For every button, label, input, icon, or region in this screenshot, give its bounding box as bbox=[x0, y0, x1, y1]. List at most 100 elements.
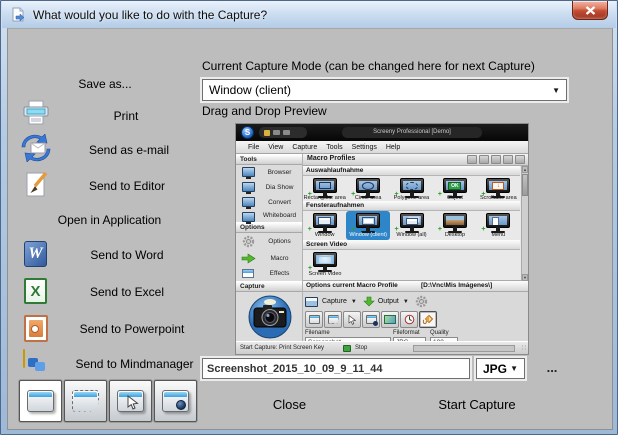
capture-output-row: Capture ▼ Output ▼ bbox=[305, 295, 428, 308]
section-fensteraufnahmen: Fensteraufnahmen bbox=[303, 201, 520, 211]
profile-path: [D:\Vnc\Mis Imágenes\] bbox=[421, 282, 493, 289]
filename-label: Filename bbox=[305, 330, 330, 336]
hotkey-label: Start Capture: Print Screen Key bbox=[240, 345, 325, 351]
profile-object: OK + Object bbox=[433, 176, 476, 201]
stop-icon bbox=[343, 345, 351, 352]
print-button[interactable]: Print bbox=[46, 109, 206, 123]
email-button[interactable]: Send as e-mail bbox=[44, 143, 214, 157]
options-current-profile-bar: Options current Macro Profile [D:\Vnc\Mi… bbox=[303, 281, 528, 292]
fileformat-label: Fileformat bbox=[393, 330, 420, 336]
mini-image-monitor-icon bbox=[381, 311, 399, 328]
quick-access-toolbar bbox=[259, 127, 307, 138]
mode-button-cursor[interactable] bbox=[109, 380, 152, 422]
profile-window: + Window bbox=[303, 211, 346, 240]
mode-button-object[interactable] bbox=[154, 380, 197, 422]
close-dialog-button[interactable]: Close bbox=[232, 397, 347, 412]
preview-label: Drag and Drop Preview bbox=[202, 104, 327, 118]
menu-settings: Settings bbox=[351, 143, 377, 151]
resize-grip-icon: ∷ bbox=[521, 345, 526, 352]
menu-file: File bbox=[248, 143, 260, 151]
preview-titlebar: S Screeny Professional [Demo] bbox=[236, 124, 528, 141]
scroll-down-icon: ▼ bbox=[522, 274, 528, 281]
close-button[interactable] bbox=[572, 1, 608, 20]
window-icon bbox=[27, 390, 54, 412]
monitor-icon: OK + bbox=[438, 178, 467, 198]
menu-capture: Capture bbox=[292, 143, 318, 151]
profile-screen-video: + Screen Video bbox=[303, 250, 347, 279]
start-capture-button[interactable]: Start Capture bbox=[412, 397, 542, 412]
send-to-mindmanager-button[interactable]: Send to Mindmanager bbox=[42, 357, 227, 371]
tools-item-diashow: Dia Show bbox=[236, 180, 302, 195]
monitor-icon: + bbox=[395, 178, 424, 198]
macro-toolbar-icon-3 bbox=[491, 155, 501, 164]
section-auswahlaufnahme: Auswahlaufnahme bbox=[303, 166, 520, 176]
menu-help: Help bbox=[385, 143, 401, 151]
send-to-excel-button[interactable]: Send to Excel bbox=[42, 285, 212, 299]
capture-mode-value: Window (client) bbox=[209, 83, 292, 97]
monitor-icon: + bbox=[308, 213, 337, 233]
document-icon bbox=[12, 7, 25, 22]
menu-tools: Tools bbox=[326, 143, 343, 151]
screeny-logo-icon: S bbox=[241, 126, 254, 139]
preview-menubar: File View Capture Tools Settings Help bbox=[236, 141, 528, 154]
capture-mode-label: Current Capture Mode (can be changed her… bbox=[202, 59, 535, 73]
tools-item-browser: Browser bbox=[236, 165, 302, 180]
filename-input[interactable] bbox=[202, 358, 470, 379]
profile-rectangular-area: + Rectangular area bbox=[303, 176, 346, 201]
options-item-options: Options bbox=[236, 233, 302, 251]
profile-menu: + Menu bbox=[477, 211, 520, 240]
chevron-down-icon: ▼ bbox=[552, 85, 560, 95]
chevron-down-icon: ▼ bbox=[350, 298, 357, 305]
format-value: JPG bbox=[483, 361, 508, 376]
send-to-powerpoint-button[interactable]: Send to Powerpoint bbox=[42, 322, 222, 336]
mini-cursor-icon bbox=[343, 311, 361, 328]
format-select[interactable]: JPG ▼ bbox=[476, 358, 525, 379]
profile-polygone-area: + Polygone area bbox=[390, 176, 433, 201]
tools-header: Tools bbox=[236, 154, 302, 165]
profile-window-client-selected: + Window (client) bbox=[346, 211, 390, 240]
monitor-icon bbox=[242, 197, 255, 209]
profile-scrollable-area: ↓ + Scrollable area bbox=[477, 176, 520, 201]
mini-timer-icon bbox=[400, 311, 418, 328]
mini-torn-window-icon bbox=[324, 311, 342, 328]
capture-dialog: What would you like to do with the Captu… bbox=[0, 0, 618, 435]
dialog-content: Save as... Print Send as e-mail Send to … bbox=[7, 28, 613, 430]
redo-icon bbox=[283, 130, 290, 135]
output-arrow-icon bbox=[363, 296, 375, 307]
mindmanager-icon[interactable] bbox=[23, 349, 45, 371]
drag-drop-preview[interactable]: S Screeny Professional [Demo] File View … bbox=[235, 123, 529, 355]
progress-bar bbox=[413, 345, 515, 352]
green-arrow-icon bbox=[241, 253, 256, 264]
mode-button-freeform[interactable] bbox=[64, 380, 107, 422]
options-item-macro: Macro bbox=[236, 251, 302, 266]
profile-window-all: + Window (all) bbox=[390, 211, 433, 240]
window-icon bbox=[242, 269, 254, 278]
capture-mode-select[interactable]: Window (client) ▼ bbox=[202, 79, 567, 101]
mini-object-window-icon bbox=[362, 311, 380, 328]
gear-icon bbox=[242, 235, 255, 248]
monitor-icon: + bbox=[351, 178, 381, 198]
preview-statusbar: Start Capture: Print Screen Key Stop ∷ bbox=[236, 341, 528, 354]
gear-icon bbox=[415, 295, 428, 308]
monitor-pencil-icon bbox=[242, 212, 255, 224]
quality-label: Quality bbox=[430, 330, 449, 336]
menu-view: View bbox=[268, 143, 284, 151]
object-dot-icon bbox=[176, 400, 186, 410]
monitor-icon: + bbox=[481, 213, 511, 233]
mode-button-window[interactable] bbox=[19, 380, 62, 422]
stop-label: Stop bbox=[355, 345, 368, 351]
editor-button[interactable]: Send to Editor bbox=[42, 179, 212, 193]
mini-paint-bucket-icon bbox=[419, 311, 437, 328]
open-in-application-header: Open in Application bbox=[57, 213, 162, 227]
send-to-word-button[interactable]: Send to Word bbox=[42, 248, 212, 262]
macro-toolbar-icon-4 bbox=[503, 155, 513, 164]
camera-icon bbox=[248, 295, 292, 339]
monitor-icon: + bbox=[351, 213, 381, 233]
capture-header: Capture bbox=[236, 281, 302, 292]
titlebar[interactable]: What would you like to do with the Captu… bbox=[2, 1, 616, 28]
preview-profiles-panel: Macro Profiles Auswahlaufnahme + Rectangu… bbox=[303, 154, 528, 347]
browse-button[interactable]: ... bbox=[538, 360, 566, 375]
mode-mini-toolbar bbox=[305, 311, 438, 328]
monitor-icon: + bbox=[308, 252, 337, 272]
save-as-button[interactable]: Save as... bbox=[20, 77, 190, 91]
